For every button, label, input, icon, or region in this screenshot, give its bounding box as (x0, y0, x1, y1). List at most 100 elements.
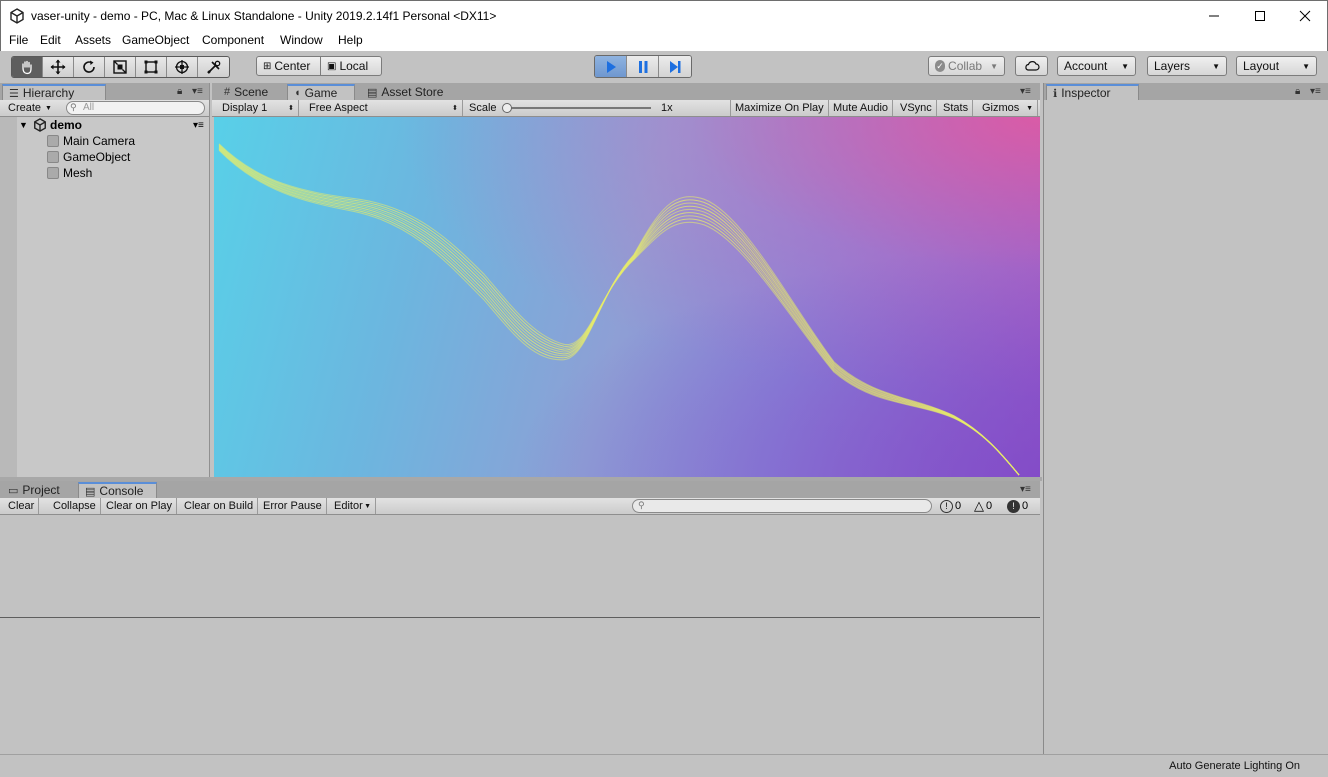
menu-gameobject[interactable]: GameObject (122, 33, 189, 47)
menu-assets[interactable]: Assets (75, 33, 111, 47)
tab-inspector[interactable]: ℹ Inspector (1046, 84, 1139, 100)
maximize-on-play-toggle[interactable]: Maximize On Play (731, 100, 829, 116)
status-bar: Auto Generate Lighting On (0, 754, 1328, 777)
cloud-button[interactable] (1015, 56, 1048, 76)
scale-tool-button[interactable] (105, 57, 136, 77)
create-dropdown-icon: ▼ (45, 104, 52, 112)
wave-line (218, 144, 1020, 476)
cloud-icon (1024, 61, 1040, 71)
menu-help[interactable]: Help (338, 33, 363, 47)
wave-line (218, 145, 1020, 476)
window-title: vaser-unity - demo - PC, Mac & Linux Sta… (31, 9, 497, 23)
maximize-button[interactable] (1237, 1, 1283, 31)
lock-icon[interactable]: 🔒︎ (177, 86, 182, 97)
collapse-toggle[interactable]: Collapse (49, 498, 101, 514)
step-button[interactable] (659, 56, 691, 77)
play-controls (594, 55, 692, 78)
panel-menu-icon[interactable]: ▾≡ (1020, 86, 1031, 97)
hierarchy-item-mesh[interactable]: Mesh (0, 165, 209, 181)
pivot-local-button[interactable]: ▣ Local (321, 56, 382, 76)
clear-on-play-label: Clear on Play (106, 500, 173, 512)
inspector-tab-label: Inspector (1061, 86, 1111, 100)
error-icon: ! (1007, 499, 1020, 513)
account-label: Account (1064, 59, 1108, 73)
search-placeholder: All (83, 102, 95, 113)
account-dropdown[interactable]: Account ▼ (1057, 56, 1136, 76)
layout-dropdown[interactable]: Layout ▼ (1236, 56, 1317, 76)
scale-slider-thumb[interactable] (502, 103, 512, 113)
warning-count-toggle[interactable]: △ 0 (974, 498, 992, 514)
hand-tool-button[interactable] (12, 57, 43, 77)
tab-project[interactable]: ▭ Project (2, 482, 68, 498)
scale-label: Scale (469, 102, 497, 114)
hierarchy-item-label: GameObject (63, 150, 131, 164)
error-pause-label: Error Pause (263, 500, 322, 512)
game-tab-label: Game (304, 86, 338, 100)
scale-tool-icon (113, 60, 127, 74)
collab-button[interactable]: ✓ Collab ▼ (928, 56, 1005, 76)
create-dropdown[interactable]: Create ▼ (4, 100, 59, 116)
layout-label: Layout (1243, 59, 1280, 73)
editor-label: Editor (334, 500, 363, 512)
gizmos-dropdown[interactable]: Gizmos ▼ (978, 100, 1038, 116)
expand-arrow-icon[interactable]: ▼ (19, 120, 28, 130)
console-search-input[interactable]: ⚲ (632, 499, 932, 513)
game-viewport[interactable] (214, 117, 1040, 477)
hierarchy-item-gameobject[interactable]: GameObject (0, 149, 209, 165)
tab-console[interactable]: ▤ Console (78, 482, 157, 498)
close-button[interactable] (1282, 1, 1328, 31)
panel-menu-icon[interactable]: ▾≡ (1020, 484, 1031, 495)
stats-toggle[interactable]: Stats (939, 100, 974, 116)
hierarchy-item-main-camera[interactable]: Main Camera (0, 133, 209, 149)
tab-scene[interactable]: # Scene (218, 84, 276, 100)
transform-tool-button[interactable] (167, 57, 198, 77)
tab-game[interactable]: ◖ Game (287, 84, 355, 100)
search-icon: ⚲ (638, 500, 645, 510)
lock-icon[interactable]: 🔒︎ (1295, 86, 1300, 97)
panel-menu-icon[interactable]: ▾≡ (192, 86, 203, 97)
display-dropdown[interactable]: Display 1 ⬍ (218, 100, 299, 116)
hierarchy-toolbar: Create ▼ All ⚲ (0, 100, 209, 117)
play-button[interactable] (595, 56, 627, 77)
pause-button[interactable] (627, 56, 659, 77)
wave-line (218, 143, 1020, 476)
console-detail-area[interactable] (0, 619, 1040, 754)
error-count-toggle[interactable]: ! 0 (1007, 498, 1028, 514)
rect-tool-button[interactable] (136, 57, 167, 77)
scene-menu-icon[interactable]: ▾≡ (193, 120, 204, 131)
asset-store-tab-label: Asset Store (381, 85, 444, 99)
clear-button[interactable]: Clear (4, 498, 40, 514)
menu-window[interactable]: Window (280, 33, 323, 47)
scene-row[interactable]: ▼ demo ▾≡ (0, 117, 209, 133)
gameobject-icon (47, 151, 59, 163)
tab-asset-store[interactable]: ▤ Asset Store (361, 84, 451, 100)
panel-menu-icon[interactable]: ▾≡ (1310, 86, 1321, 97)
scale-slider-track[interactable] (505, 107, 651, 109)
console-log-list[interactable] (0, 515, 1040, 618)
custom-tool-button[interactable] (198, 57, 229, 77)
aspect-dropdown[interactable]: Free Aspect ⬍ (305, 100, 463, 116)
pivot-center-button[interactable]: ⊞ Center (256, 56, 321, 76)
console-toolbar: Clear Collapse Clear on Play Clear on Bu… (0, 498, 1040, 515)
project-console-tabbar: ▭ Project ▤ Console ▾≡ (0, 481, 1040, 498)
menu-edit[interactable]: Edit (40, 33, 61, 47)
mute-audio-toggle[interactable]: Mute Audio (829, 100, 894, 116)
scene-tab-label: Scene (234, 85, 269, 99)
layers-dropdown[interactable]: Layers ▼ (1147, 56, 1227, 76)
info-count-toggle[interactable]: ! 0 (940, 498, 961, 514)
minimize-button[interactable] (1191, 1, 1237, 31)
menu-file[interactable]: File (9, 33, 28, 47)
pause-icon (638, 60, 647, 73)
collapse-label: Collapse (53, 500, 96, 512)
clear-on-play-toggle[interactable]: Clear on Play (102, 498, 178, 514)
tab-hierarchy[interactable]: ☰ Hierarchy (2, 84, 106, 100)
menu-component[interactable]: Component (202, 33, 264, 47)
editor-dropdown[interactable]: Editor ▼ (330, 498, 376, 514)
hierarchy-search-input[interactable]: All (66, 101, 205, 115)
clear-on-build-toggle[interactable]: Clear on Build (180, 498, 259, 514)
error-pause-toggle[interactable]: Error Pause (259, 498, 327, 514)
move-tool-icon (50, 59, 66, 75)
rotate-tool-button[interactable] (74, 57, 105, 77)
vsync-toggle[interactable]: VSync (896, 100, 937, 116)
move-tool-button[interactable] (43, 57, 74, 77)
